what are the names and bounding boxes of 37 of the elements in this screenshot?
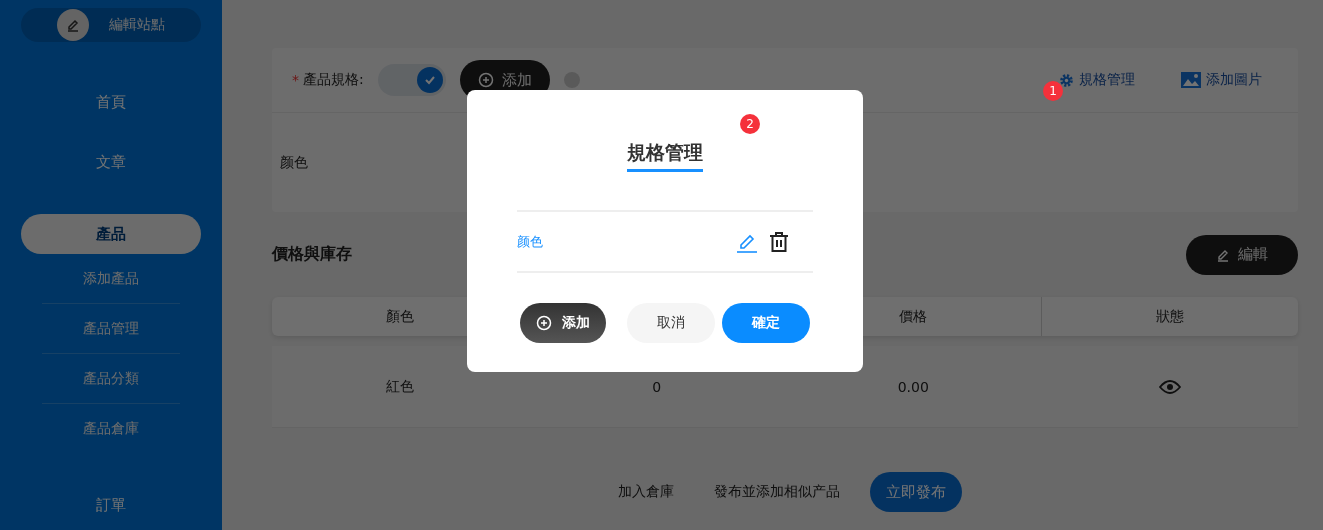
sub-nav-item[interactable]: 產品倉庫: [42, 404, 180, 453]
check-icon: [423, 74, 436, 86]
spec-label: 產品規格:: [303, 71, 364, 89]
footer-button[interactable]: 發布並添加相似产品: [704, 483, 850, 501]
table-cell-text: 0.00: [896, 377, 930, 397]
add-image-link[interactable]: 添加圖片: [1181, 71, 1262, 89]
plus-circle-icon: [536, 315, 552, 331]
edit-button[interactable]: 編輯: [1186, 234, 1298, 275]
table-cell-text: 紅色: [385, 376, 416, 396]
nav-item[interactable]: 首頁: [21, 82, 201, 122]
cancel-button[interactable]: 取消: [627, 303, 715, 343]
sub-nav-item[interactable]: 產品分類: [42, 354, 180, 404]
plus-circle-icon: [477, 72, 494, 88]
spec-name[interactable]: 颜色: [517, 232, 725, 251]
column-header: 狀態: [1154, 306, 1185, 326]
confirm-button[interactable]: 確定: [722, 303, 810, 343]
publish-button[interactable]: 立即發布: [870, 472, 962, 512]
section-title: 價格與庫存: [272, 244, 352, 265]
step-badge: 2: [740, 114, 760, 134]
nav-item[interactable]: 文章: [21, 142, 201, 182]
footer-button[interactable]: 加入倉庫: [608, 483, 684, 501]
dialog-add-button[interactable]: 添加: [520, 303, 606, 343]
dialog-title: 規格管理: [627, 140, 703, 172]
image-icon: [1181, 72, 1201, 88]
spec-row-label: 颜色: [279, 153, 308, 172]
nav-item[interactable]: 訂單: [21, 485, 201, 525]
pencil-icon: [66, 18, 80, 32]
edit-site-button[interactable]: 編輯站點: [21, 8, 201, 42]
trash-icon[interactable]: [769, 230, 789, 253]
gear-icon: [1059, 72, 1074, 88]
table-cell-text: 0: [651, 377, 663, 397]
sub-nav-item[interactable]: 產品管理: [42, 304, 180, 354]
required-mark: *: [292, 72, 299, 88]
spec-toggle[interactable]: [377, 64, 446, 96]
nav-item[interactable]: 產品: [21, 214, 201, 254]
eye-icon[interactable]: [1158, 378, 1181, 395]
sub-nav-item[interactable]: 添加產品: [42, 254, 180, 304]
